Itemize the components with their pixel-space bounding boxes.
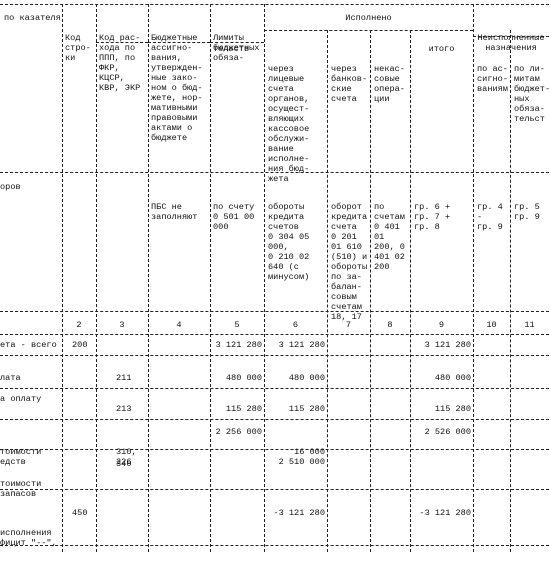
- column-number: 6: [292, 320, 299, 330]
- formula-col9: гр. 6 + гр. 7 + гр. 8: [414, 202, 451, 232]
- row-treasury-value: 3 121 280: [278, 340, 325, 350]
- col-separator: [327, 30, 328, 552]
- header-by-allocations: по ас-сигно-ваниям: [477, 64, 508, 94]
- column-number: 4: [176, 320, 182, 330]
- row-treasury-value: 115 280: [288, 404, 325, 414]
- row-treasury-value: 16 000 2 510 000: [278, 447, 325, 467]
- header-bank-accounts: через банков-ские счета: [331, 64, 368, 104]
- row-label: исполнения фицит "--",: [0, 528, 57, 548]
- row-divider: [0, 419, 549, 420]
- header-total: итого: [428, 44, 455, 54]
- header-treasury-accounts: через лицевые счета органов, осущест-вляющих…: [268, 64, 310, 184]
- row-expense-code: 310, 226: [116, 447, 137, 467]
- table-top-border: [0, 4, 549, 5]
- header-noncash: некас-совые опера-ции: [374, 64, 405, 104]
- col-separator: [473, 4, 474, 552]
- formula-col6: обороты кредита счетов 0 304 05 000, 0 210 02…: [268, 202, 310, 282]
- row-limit-value: 2 256 000: [215, 427, 262, 437]
- row-limit-value: 3 121 280: [215, 340, 262, 350]
- row-divider: [0, 489, 549, 490]
- column-numbers-bottom-border: [0, 334, 549, 335]
- budget-execution-report: по казателя Код стро-ки Код рас-хода по ПП…: [0, 0, 549, 552]
- formula-col8: по счетам 0 401 01 200, 0 401 02 200: [374, 202, 405, 272]
- row-total-value: 3 121 280: [424, 340, 471, 350]
- col-separator: [210, 4, 211, 552]
- header-expense-code: Код рас-хода по ППП, по ФКР, КЦСР, КВР, ЭКР: [99, 33, 141, 93]
- formula-col10: гр. 4- гр. 9: [477, 202, 503, 232]
- col-separator: [96, 4, 97, 552]
- row-divider: [0, 355, 549, 356]
- row-expense-code: 211: [116, 373, 132, 383]
- row-line-code: 450: [72, 508, 88, 518]
- formula-row-label: оров: [0, 182, 21, 192]
- header-executed-divider: [264, 30, 473, 31]
- row-total-value: 2 526 000: [424, 427, 471, 437]
- col-separator: [510, 30, 511, 552]
- header-sub-divider: [148, 42, 210, 43]
- col-separator: [410, 30, 411, 552]
- row-divider: [0, 388, 549, 389]
- column-number: 3: [119, 320, 125, 330]
- col-separator: [62, 4, 63, 552]
- header-unexecuted-divider: [473, 36, 549, 37]
- column-number: 2: [76, 320, 82, 330]
- header-indicator-label: по казателя: [4, 13, 61, 23]
- header-sub-divider: [96, 42, 148, 43]
- row-label: а оплату: [0, 394, 42, 404]
- row-divider: [0, 545, 549, 546]
- column-number: 11: [524, 320, 535, 330]
- column-number: 9: [438, 320, 445, 330]
- column-number: 10: [486, 320, 497, 330]
- header-by-limits: по ли-митам бюджет-ных обяза-тельст: [514, 64, 549, 124]
- col-separator: [148, 4, 149, 552]
- row-expense-code: 213: [116, 404, 132, 414]
- row-expense-code: 340: [116, 459, 132, 469]
- header-budget-allocations: Бюджетные ассигно-вания, утвержден-ные зак…: [151, 33, 203, 143]
- row-total-value: 480 000: [434, 373, 471, 383]
- header-executed: Исполнено: [345, 13, 392, 23]
- row-line-code: 200: [72, 340, 88, 350]
- header-sub-divider: [210, 42, 264, 43]
- row-label: лата: [0, 373, 21, 383]
- header-line-code: Код стро-ки: [65, 33, 91, 63]
- row-divider: [0, 449, 549, 450]
- column-number: 7: [345, 320, 352, 330]
- formula-col5: по счету 0 501 00 000: [213, 202, 255, 232]
- column-number: 8: [387, 320, 393, 330]
- row-total-value: 115 280: [434, 404, 471, 414]
- row-limit-value: 115 280: [225, 404, 262, 414]
- column-number: 5: [234, 320, 240, 330]
- formula-col7: оборот кредита счета 0 201 01 610 (510) и обор…: [331, 202, 368, 322]
- header-bottom-border: [0, 172, 549, 173]
- col-separator: [370, 30, 371, 552]
- row-treasury-value: 480 000: [288, 373, 325, 383]
- formula-col4: ПБС не заполняют: [151, 202, 198, 222]
- row-treasury-value: -3 121 280: [273, 508, 325, 518]
- row-label: ета - всего: [0, 340, 57, 350]
- formula-col11: гр. 5 гр. 9: [514, 202, 540, 222]
- row-total-value: -3 121 280: [419, 508, 471, 518]
- column-numbers-top-border: [0, 311, 549, 312]
- row-limit-value: 480 000: [225, 373, 262, 383]
- header-limits-cont: тельств: [213, 44, 250, 54]
